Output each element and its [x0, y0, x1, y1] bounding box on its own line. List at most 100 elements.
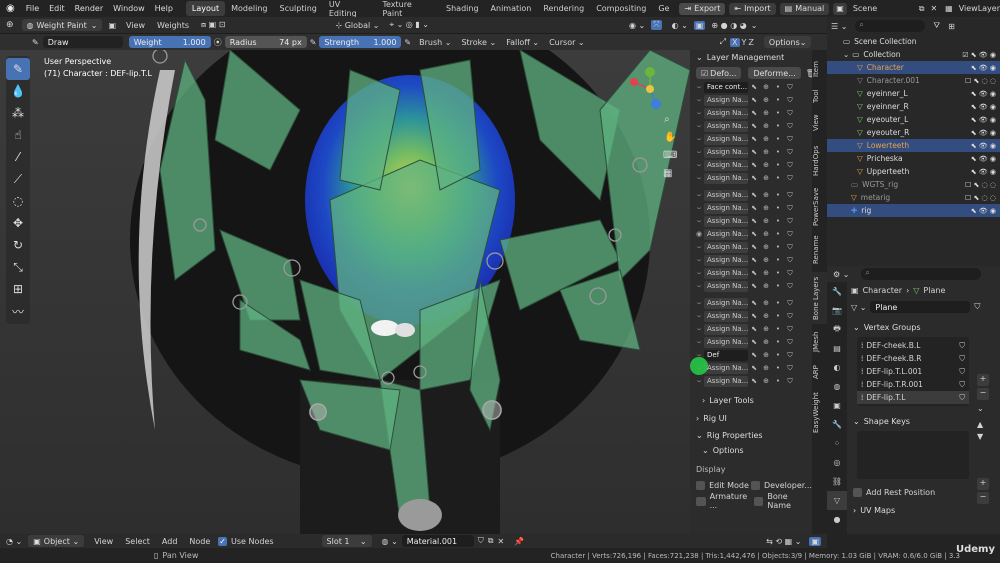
blur-tool-icon[interactable]: 💧: [6, 80, 30, 102]
layer-select-icon[interactable]: ⬉: [748, 135, 760, 143]
node-menu-view[interactable]: View: [90, 537, 117, 546]
row-visibility-icons[interactable]: ☐ ⬉ ◌ ◌: [965, 194, 996, 202]
layer-lock-icon[interactable]: ⊕: [760, 299, 772, 307]
outliner-search[interactable]: ⌕: [855, 20, 926, 32]
row-visibility-icons[interactable]: ⬉ 👁 ◉: [971, 64, 996, 72]
layer-protect-icon[interactable]: ⛉: [784, 174, 796, 183]
row-visibility-icons[interactable]: ☑ ⬉ 👁 ◉: [962, 51, 996, 59]
layer-protect-icon[interactable]: ⛉: [784, 377, 796, 386]
blender-logo-icon[interactable]: ◉: [0, 3, 21, 14]
bone-layer-row[interactable]: ⌣Assign Na...⬉⊕•⛉: [694, 172, 812, 184]
mirror-x-toggle[interactable]: X: [730, 37, 740, 47]
scene-copy-icon[interactable]: ⧉: [919, 4, 925, 14]
physics-tab-icon[interactable]: ◎: [827, 453, 847, 472]
layer-lock-icon[interactable]: ⊕: [760, 148, 772, 156]
layer-name-field[interactable]: Assign Na...: [704, 267, 748, 279]
layer-name-field[interactable]: Assign Na...: [704, 120, 748, 132]
vertex-group-lock-icon[interactable]: ⛉: [959, 367, 965, 377]
vertex-group-lock-icon[interactable]: ⛉: [959, 393, 965, 403]
layer-dot-icon[interactable]: •: [772, 269, 784, 277]
layer-lock-icon[interactable]: ⊕: [760, 351, 772, 359]
layer-name-field[interactable]: Assign Na...: [704, 362, 748, 374]
smear-tool-icon[interactable]: ☝: [6, 124, 30, 146]
row-visibility-icons[interactable]: ☐ ⬉ ◌ ◌: [965, 77, 996, 85]
viewlayer-selector[interactable]: ViewLayer: [959, 4, 1000, 13]
manual-button[interactable]: ▤ Manual: [779, 2, 830, 15]
outliner-item[interactable]: ▽ Upperteeth ⬉ 👁 ◉: [827, 165, 1000, 178]
tab-rendering[interactable]: Rendering: [537, 1, 590, 16]
rig-ui-header[interactable]: › Rig UI: [690, 411, 812, 426]
layer-dot-icon[interactable]: •: [772, 377, 784, 385]
layer-visibility-icon[interactable]: ⌣: [694, 109, 704, 118]
layer-name-field[interactable]: Assign Na...: [704, 146, 748, 158]
scene-tab-icon[interactable]: ◐: [827, 358, 847, 377]
strength-pressure-icon[interactable]: ✎: [404, 38, 411, 47]
tab-rename[interactable]: Rename: [812, 232, 827, 268]
move-tool-icon[interactable]: ✥: [6, 212, 30, 234]
layer-visibility-icon[interactable]: ⌣: [694, 312, 704, 321]
material-name-field[interactable]: Material.001: [401, 535, 474, 547]
layer-dot-icon[interactable]: •: [772, 96, 784, 104]
options-header[interactable]: ⌄ Options: [690, 443, 812, 458]
scale-tool-icon[interactable]: ⤡: [6, 256, 30, 278]
layer-visibility-icon[interactable]: ⌣: [694, 83, 704, 92]
camera-icon[interactable]: ⌨: [663, 150, 677, 161]
layer-dot-icon[interactable]: •: [772, 204, 784, 212]
row-visibility-icons[interactable]: ⬉ 👁 ◉: [971, 155, 996, 163]
developer-checkbox[interactable]: [750, 480, 760, 490]
row-visibility-icons[interactable]: ☐ ⬉ ◌ ◌: [965, 181, 996, 189]
menu-weights[interactable]: Weights: [151, 21, 195, 30]
deformer-button[interactable]: Deforme...: [748, 67, 801, 79]
weight-pen-icon[interactable]: ⦿: [214, 37, 222, 48]
layer-lock-icon[interactable]: ⊕: [760, 174, 772, 182]
layer-protect-icon[interactable]: ⛉: [784, 135, 796, 144]
outliner-item[interactable]: ▽ Lowerteeth ⬉ 👁 ◉: [827, 139, 1000, 152]
layer-protect-icon[interactable]: ⛉: [784, 148, 796, 157]
layer-visibility-icon[interactable]: ⌣: [694, 161, 704, 170]
shape-key-remove-button[interactable]: −: [977, 492, 989, 504]
layer-dot-icon[interactable]: •: [772, 282, 784, 290]
layer-name-field[interactable]: Assign Na...: [704, 228, 748, 240]
layer-protect-icon[interactable]: ⛉: [784, 161, 796, 170]
layer-visibility-icon[interactable]: ⌣: [694, 148, 704, 157]
layer-visibility-icon[interactable]: ⌣: [694, 325, 704, 334]
layer-dot-icon[interactable]: •: [772, 135, 784, 143]
vertex-group-lock-icon[interactable]: ⛉: [959, 354, 965, 364]
xray-icon[interactable]: ▣: [693, 20, 706, 30]
layer-select-icon[interactable]: ⬉: [748, 122, 760, 130]
layer-visibility-icon[interactable]: ⌣: [694, 282, 704, 291]
mode-selector[interactable]: ◍ Weight Paint ⌄: [21, 19, 103, 31]
layer-visibility-icon[interactable]: ◉: [694, 230, 704, 238]
zoom-icon[interactable]: ⌕: [664, 114, 670, 125]
layer-name-field[interactable]: Def: [704, 349, 748, 361]
layer-lock-icon[interactable]: ⊕: [760, 325, 772, 333]
layer-lock-icon[interactable]: ⊕: [760, 230, 772, 238]
bone-layer-row[interactable]: ⌣Assign Na...⬉⊕•⛉: [694, 120, 812, 132]
vertex-group-item[interactable]: ⁞ DEF-lip.T.R.001 ⛉: [857, 378, 969, 391]
mirror-z-toggle[interactable]: Z: [748, 38, 753, 47]
tab-animation[interactable]: Animation: [485, 1, 538, 16]
layer-dot-icon[interactable]: •: [772, 312, 784, 320]
outliner-item[interactable]: ▽ eyeinner_R ⬉ 👁 ◉: [827, 100, 1000, 113]
deform-layer-button[interactable]: ☑ Defo...: [696, 67, 742, 79]
outliner-item[interactable]: ▽ eyeouter_R ⬉ 👁 ◉: [827, 126, 1000, 139]
layer-lock-icon[interactable]: ⊕: [760, 364, 772, 372]
tab-arp[interactable]: ARP: [812, 360, 827, 384]
add-rest-position-checkbox[interactable]: [853, 487, 862, 497]
vertex-group-item[interactable]: ⁞ DEF-cheek.B.R ⛉: [857, 352, 969, 365]
snap-toggle-icon[interactable]: ⇆ ⟲ ▦ ⌄: [766, 537, 801, 546]
bone-name-checkbox[interactable]: [753, 496, 764, 506]
layer-select-icon[interactable]: ⬉: [748, 243, 760, 251]
annotate-tool-icon[interactable]: 〰: [6, 300, 30, 322]
slot-selector[interactable]: Slot 1 ⌄: [321, 535, 372, 547]
layer-name-field[interactable]: Assign Na...: [704, 94, 748, 106]
layer-select-icon[interactable]: ⬉: [748, 338, 760, 346]
menu-edit[interactable]: Edit: [44, 4, 70, 13]
bone-layer-row[interactable]: ⌣ Def ⬉ ⊕ • ⛉: [694, 349, 812, 361]
layer-dot-icon[interactable]: •: [772, 338, 784, 346]
properties-search[interactable]: ⌕: [861, 268, 982, 280]
vertex-group-remove-button[interactable]: −: [977, 388, 989, 400]
row-visibility-icons[interactable]: ⬉ 👁 ◉: [971, 103, 996, 111]
vertex-groups-header[interactable]: ⌄ Vertex Groups: [849, 320, 1000, 334]
mesh-name-field[interactable]: Plane: [870, 301, 971, 313]
